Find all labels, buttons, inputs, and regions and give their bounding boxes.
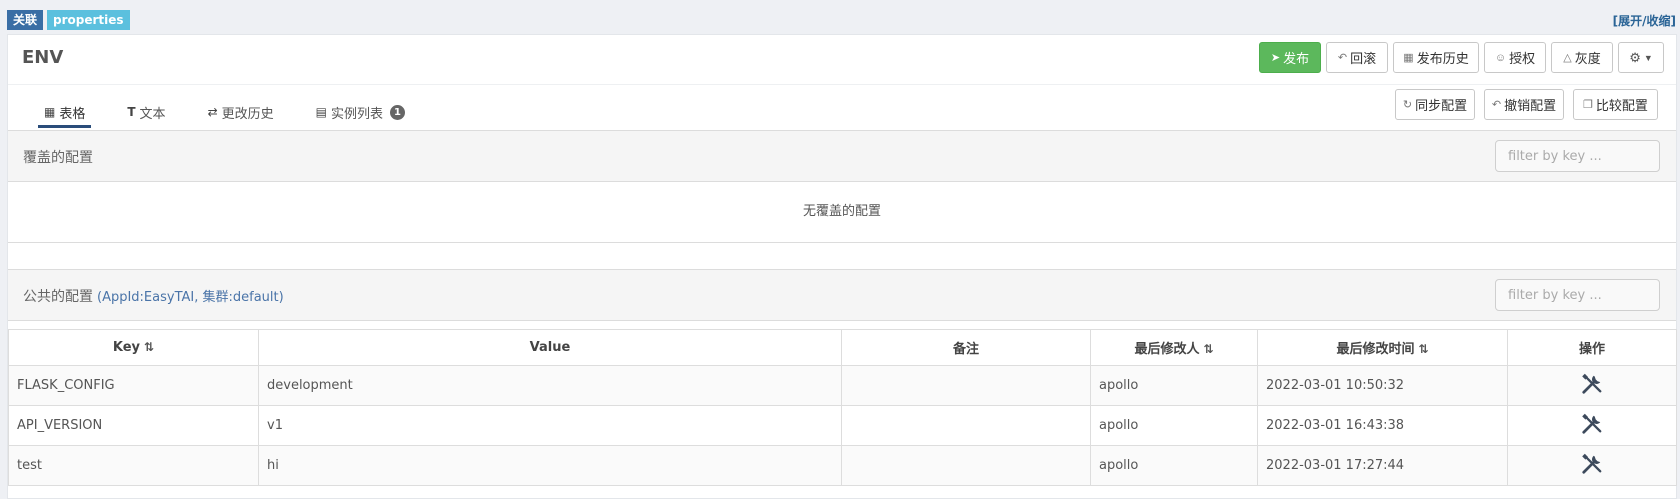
authorize-button[interactable]: ☺ 授权: [1484, 42, 1546, 73]
cell-modifier: apollo: [1090, 405, 1258, 446]
rollback-label: 回滚: [1350, 51, 1377, 66]
cell-operation: [1507, 405, 1677, 446]
sort-icon: ⇅: [1203, 342, 1214, 356]
sort-icon: ⇅: [1418, 342, 1429, 356]
text-icon: T: [127, 105, 136, 119]
sort-icon: ⇅: [144, 340, 155, 354]
header-operation: 操作: [1507, 329, 1677, 366]
env-header: ENV ➤ 发布 ↶ 回滚 ▦ 发布历史 ☺ 授权 △ 灰度 ⚙ ▼: [8, 35, 1676, 85]
tab-table[interactable]: ▦ 表格: [38, 102, 92, 128]
override-section-title: 覆盖的配置: [23, 150, 93, 166]
compare-config-button[interactable]: ❐ 比较配置: [1573, 89, 1658, 120]
undo-icon: ↶: [1491, 99, 1502, 111]
cell-modifier: apollo: [1090, 365, 1258, 406]
cell-value: hi: [258, 445, 842, 486]
namespace-badge: properties: [47, 10, 130, 30]
table-row: FLASK_CONFIG development apollo 2022-03-…: [8, 365, 1677, 406]
publish-history-label: 发布历史: [1416, 51, 1469, 66]
public-section-header: 公共的配置 (AppId:EasyTAI, 集群:default): [8, 269, 1676, 321]
cell-time: 2022-03-01 16:43:38: [1257, 405, 1508, 446]
gear-icon: ⚙: [1629, 49, 1641, 65]
header-modified-time[interactable]: 最后修改时间 ⇅: [1257, 329, 1508, 366]
override-section-header: 覆盖的配置: [8, 130, 1676, 182]
cell-operation: [1507, 365, 1677, 406]
header-modifier-label: 最后修改人: [1134, 342, 1200, 357]
authorize-label: 授权: [1509, 51, 1536, 66]
calendar-icon: ▦: [1403, 52, 1414, 64]
table-row: test hi apollo 2022-03-01 17:27:44: [8, 445, 1677, 486]
wrench-screwdriver-icon[interactable]: [1581, 413, 1603, 439]
cell-value: v1: [258, 405, 842, 446]
sync-config-button[interactable]: ↻ 同步配置: [1395, 89, 1475, 120]
cell-time: 2022-03-01 10:50:32: [1257, 365, 1508, 406]
flask-icon: △: [1563, 52, 1572, 64]
tab-history-label: 更改历史: [221, 106, 274, 122]
sync-config-label: 同步配置: [1415, 98, 1468, 113]
tab-history[interactable]: ⇄ 更改历史: [202, 102, 280, 124]
cell-operation: [1507, 445, 1677, 486]
cell-comment: [841, 445, 1091, 486]
cell-comment: [841, 405, 1091, 446]
settings-dropdown-button[interactable]: ⚙ ▼: [1618, 42, 1664, 73]
copy-icon: ❐: [1583, 99, 1593, 111]
relation-badge: 关联: [7, 10, 44, 30]
cell-comment: [841, 365, 1091, 406]
compare-config-label: 比较配置: [1595, 98, 1648, 113]
public-section-title: 公共的配置 (AppId:EasyTAI, 集群:default): [23, 286, 284, 306]
wrench-screwdriver-icon[interactable]: [1581, 373, 1603, 399]
override-empty-message: 无覆盖的配置: [8, 181, 1676, 243]
transfer-icon: ⇄: [207, 105, 218, 119]
cell-modifier: apollo: [1090, 445, 1258, 486]
gray-release-label: 灰度: [1574, 51, 1601, 66]
config-table: Key ⇅ Value 备注 最后修改人 ⇅ 最后修改时间 ⇅ 操作 FLASK_CO…: [8, 329, 1677, 486]
refresh-icon: ↻: [1402, 99, 1413, 111]
cell-key: API_VERSION: [8, 405, 259, 446]
header-modified-time-label: 最后修改时间: [1336, 342, 1415, 357]
revoke-config-label: 撤销配置: [1504, 98, 1557, 113]
header-key[interactable]: Key ⇅: [8, 329, 259, 366]
tab-text-label: 文本: [139, 106, 166, 122]
expand-collapse-link[interactable]: [展开/收缩]: [1613, 12, 1676, 29]
cell-key: test: [8, 445, 259, 486]
publish-label: 发布: [1283, 51, 1310, 66]
tab-text[interactable]: T 文本: [121, 102, 171, 124]
header-key-label: Key: [112, 340, 141, 355]
namespace-panel: ENV ➤ 发布 ↶ 回滚 ▦ 发布历史 ☺ 授权 △ 灰度 ⚙ ▼ ▦ 表格: [7, 34, 1677, 499]
cell-time: 2022-03-01 17:27:44: [1257, 445, 1508, 486]
cell-key: FLASK_CONFIG: [8, 365, 259, 406]
list-icon: ▤: [315, 105, 327, 119]
wrench-screwdriver-icon[interactable]: [1581, 453, 1603, 479]
public-section-subtitle: (AppId:EasyTAI, 集群:default): [97, 290, 284, 305]
header-comment: 备注: [841, 329, 1091, 366]
table-row: API_VERSION v1 apollo 2022-03-01 16:43:3…: [8, 405, 1677, 446]
header-value: Value: [258, 329, 842, 366]
view-tabs: ▦ 表格 T 文本 ⇄ 更改历史 ▤ 实例列表 1: [38, 102, 441, 128]
rollback-button[interactable]: ↶ 回滚: [1326, 42, 1388, 73]
public-filter-input[interactable]: [1495, 279, 1660, 311]
user-icon: ☺: [1494, 51, 1507, 64]
table-icon: ▦: [44, 105, 56, 119]
env-title: ENV: [22, 47, 64, 68]
publish-button[interactable]: ➤ 发布: [1259, 42, 1321, 73]
tab-table-label: 表格: [59, 106, 86, 122]
top-badges: 关联 properties: [7, 10, 130, 30]
revoke-config-button[interactable]: ↶ 撤销配置: [1484, 89, 1564, 120]
publish-history-button[interactable]: ▦ 发布历史: [1393, 42, 1479, 73]
override-filter-input[interactable]: [1495, 140, 1660, 172]
caret-down-icon: ▼: [1643, 52, 1653, 63]
cell-value: development: [258, 365, 842, 406]
instances-count-badge: 1: [390, 104, 405, 120]
tab-instances[interactable]: ▤ 实例列表 1: [310, 102, 411, 124]
table-header-row: Key ⇅ Value 备注 最后修改人 ⇅ 最后修改时间 ⇅ 操作: [8, 329, 1677, 366]
rollback-icon: ↶: [1337, 52, 1348, 64]
gray-release-button[interactable]: △ 灰度: [1551, 42, 1613, 73]
tab-instances-label: 实例列表: [330, 106, 383, 122]
header-modifier[interactable]: 最后修改人 ⇅: [1090, 329, 1258, 366]
public-section-title-text: 公共的配置: [23, 289, 93, 305]
send-icon: ➤: [1270, 52, 1281, 64]
